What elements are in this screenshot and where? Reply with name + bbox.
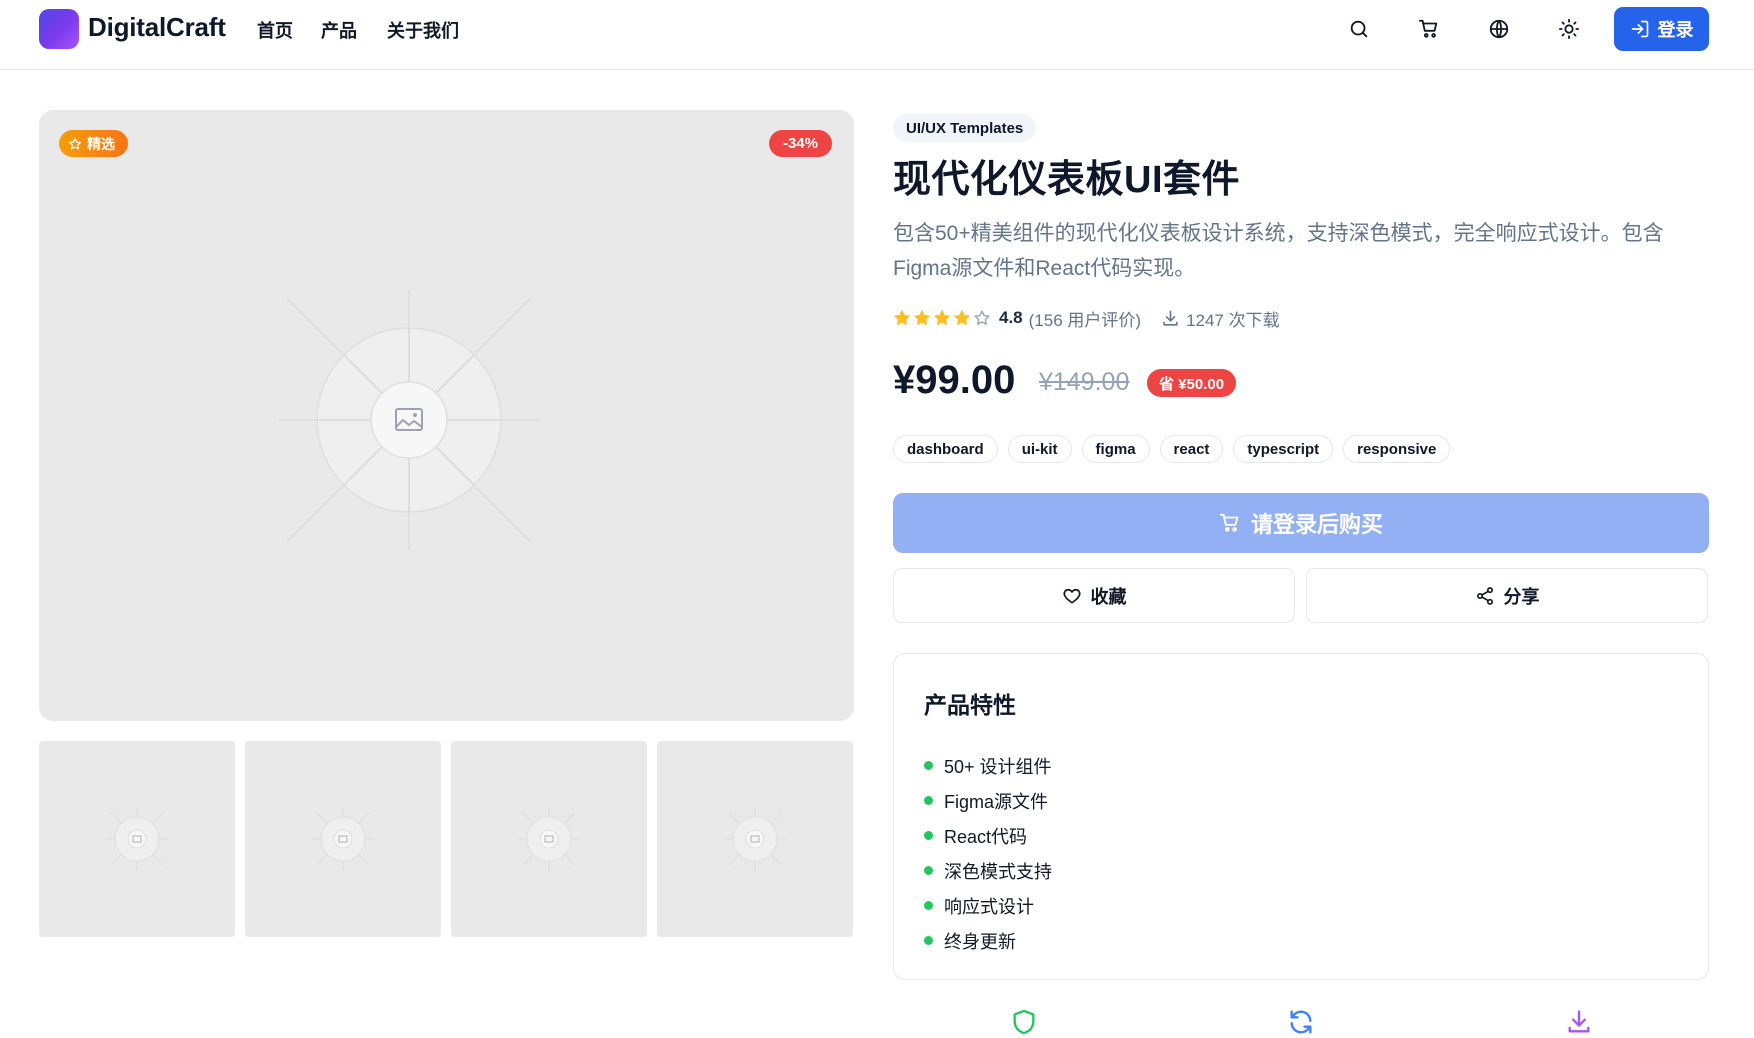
thumbnail-2[interactable] bbox=[245, 741, 441, 937]
feature-label: 深色模式支持 bbox=[944, 861, 1052, 882]
download-icon bbox=[1568, 1010, 1590, 1033]
features-list: 50+ 设计组件 Figma源文件 React代码 深色模式支持 响应式设计 终… bbox=[924, 748, 1052, 958]
logo[interactable] bbox=[39, 9, 79, 49]
share-label: 分享 bbox=[1503, 586, 1540, 607]
brand-name[interactable]: DigitalCraft bbox=[88, 12, 226, 43]
bullet-dot bbox=[924, 761, 933, 770]
image-placeholder-icon bbox=[517, 807, 581, 871]
featured-badge: 精选 bbox=[59, 130, 128, 157]
feature-label: React代码 bbox=[944, 826, 1028, 847]
thumbnail-4[interactable] bbox=[657, 741, 853, 937]
current-price: ¥99.00 bbox=[893, 358, 1016, 402]
tag-list: dashboard ui-kit figma react typescript … bbox=[893, 435, 1451, 463]
login-icon bbox=[1631, 20, 1648, 38]
image-placeholder-icon bbox=[105, 807, 169, 871]
nav-about[interactable]: 关于我们 bbox=[387, 17, 459, 43]
tag-ui-kit[interactable]: ui-kit bbox=[1007, 435, 1072, 463]
feature-label: Figma源文件 bbox=[944, 791, 1049, 812]
star-filled-icon bbox=[954, 310, 970, 325]
heart-icon bbox=[1062, 588, 1081, 603]
search-icon[interactable] bbox=[1346, 16, 1372, 42]
star-outline-icon bbox=[68, 137, 82, 149]
feature-item: 终身更新 bbox=[924, 923, 1052, 958]
feature-item: 深色模式支持 bbox=[924, 853, 1052, 888]
nav-products[interactable]: 产品 bbox=[321, 17, 357, 43]
thumbnail-3[interactable] bbox=[451, 741, 647, 937]
buy-button-label: 请登录后购买 bbox=[1250, 512, 1383, 537]
features-card: 产品特性 50+ 设计组件 Figma源文件 React代码 深色模式支持 响应… bbox=[893, 653, 1709, 980]
main-product-image[interactable]: 精选 -34% bbox=[39, 110, 854, 721]
favorite-button[interactable]: 收藏 bbox=[893, 568, 1295, 623]
favorite-label: 收藏 bbox=[1090, 586, 1127, 607]
globe-icon[interactable] bbox=[1486, 16, 1512, 42]
feature-item: React代码 bbox=[924, 818, 1052, 853]
shield-icon bbox=[1013, 1009, 1035, 1035]
tag-figma[interactable]: figma bbox=[1081, 435, 1150, 463]
features-title: 产品特性 bbox=[924, 692, 1016, 718]
tag-typescript[interactable]: typescript bbox=[1233, 435, 1334, 463]
feature-label: 响应式设计 bbox=[944, 896, 1034, 917]
savings-badge: 省 ¥50.00 bbox=[1147, 369, 1237, 397]
original-price: ¥149.00 bbox=[1039, 368, 1130, 396]
sun-icon[interactable] bbox=[1556, 16, 1582, 42]
bullet-dot bbox=[924, 831, 933, 840]
image-placeholder-icon bbox=[723, 807, 787, 871]
refresh-icon bbox=[1290, 1010, 1312, 1034]
top-navbar: DigitalCraft 首页 产品 关于我们 登录 bbox=[0, 0, 1754, 70]
featured-badge-label: 精选 bbox=[87, 135, 115, 152]
star-filled-icon bbox=[914, 310, 930, 325]
share-button[interactable]: 分享 bbox=[1306, 568, 1708, 623]
rating-value: 4.8 bbox=[999, 308, 1023, 327]
buy-button[interactable]: 请登录后购买 bbox=[893, 493, 1709, 553]
star-filled-icon bbox=[934, 310, 950, 325]
login-label: 登录 bbox=[1657, 20, 1694, 40]
image-placeholder-icon bbox=[311, 807, 375, 871]
product-title: 现代化仪表板UI套件 bbox=[893, 159, 1241, 201]
feature-item: 响应式设计 bbox=[924, 888, 1052, 923]
cart-icon bbox=[1219, 513, 1239, 532]
feature-item: 50+ 设计组件 bbox=[924, 748, 1052, 783]
bullet-dot bbox=[924, 901, 933, 910]
login-button[interactable]: 登录 bbox=[1614, 7, 1709, 51]
download-icon bbox=[1163, 310, 1178, 326]
feature-label: 终身更新 bbox=[944, 931, 1016, 952]
bullet-dot bbox=[924, 936, 933, 945]
feature-label: 50+ 设计组件 bbox=[944, 756, 1052, 777]
bullet-dot bbox=[924, 866, 933, 875]
tag-responsive[interactable]: responsive bbox=[1343, 435, 1451, 463]
thumbnail-1[interactable] bbox=[39, 741, 235, 937]
share-icon bbox=[1476, 586, 1493, 605]
download-count-label: 1247 次下载 bbox=[1186, 310, 1280, 330]
feature-item: Figma源文件 bbox=[924, 783, 1052, 818]
star-empty-icon bbox=[974, 310, 990, 325]
product-description: 包含50+精美组件的现代化仪表板设计系统，支持深色模式，完全响应式设计。包含Fi… bbox=[893, 222, 1664, 280]
download-count: 1247 次下载 bbox=[1161, 306, 1280, 331]
rating-count: (156 用户评价) bbox=[1028, 310, 1142, 330]
image-placeholder-icon bbox=[279, 290, 539, 550]
tag-react[interactable]: react bbox=[1159, 435, 1224, 463]
tag-dashboard[interactable]: dashboard bbox=[893, 435, 998, 463]
nav-home[interactable]: 首页 bbox=[257, 17, 293, 43]
rating-row: 4.8 (156 用户评价) 1247 次下载 bbox=[893, 306, 1280, 330]
star-filled-icon bbox=[894, 310, 910, 325]
cart-icon[interactable] bbox=[1416, 16, 1442, 42]
bullet-dot bbox=[924, 796, 933, 805]
rating-stars bbox=[893, 309, 991, 327]
discount-badge: -34% bbox=[768, 130, 832, 157]
category-badge[interactable]: UI/UX Templates bbox=[893, 114, 1037, 142]
